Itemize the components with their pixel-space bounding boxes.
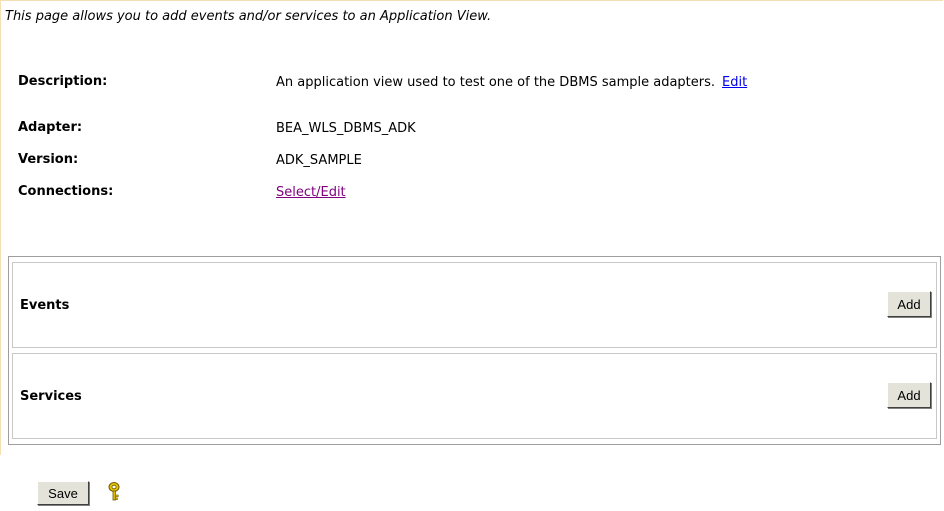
description-value: An application view used to test one of … — [276, 74, 796, 91]
help-key-icon[interactable] — [106, 481, 122, 503]
connections-label: Connections: — [18, 184, 114, 199]
services-title: Services — [20, 389, 82, 404]
adapter-label: Adapter: — [18, 120, 83, 135]
version-label: Version: — [18, 152, 79, 167]
adapter-value: BEA_WLS_DBMS_ADK — [276, 121, 416, 136]
events-section: Events Add — [12, 262, 937, 348]
description-label: Description: — [18, 74, 108, 89]
version-value: ADK_SAMPLE — [276, 153, 362, 168]
page-intro: This page allows you to add events and/o… — [5, 9, 492, 24]
connections-value: Select/Edit — [276, 184, 796, 201]
description-text: An application view used to test one of … — [276, 75, 716, 90]
services-section: Services Add — [12, 353, 937, 439]
events-services-panel: Events Add Services Add — [8, 256, 941, 445]
select-edit-connections-link[interactable]: Select/Edit — [276, 185, 346, 200]
add-service-button[interactable]: Add — [887, 382, 931, 408]
edit-description-link[interactable]: Edit — [722, 75, 747, 90]
events-title: Events — [20, 298, 70, 313]
add-event-button[interactable]: Add — [887, 291, 931, 317]
save-button[interactable]: Save — [37, 481, 89, 505]
